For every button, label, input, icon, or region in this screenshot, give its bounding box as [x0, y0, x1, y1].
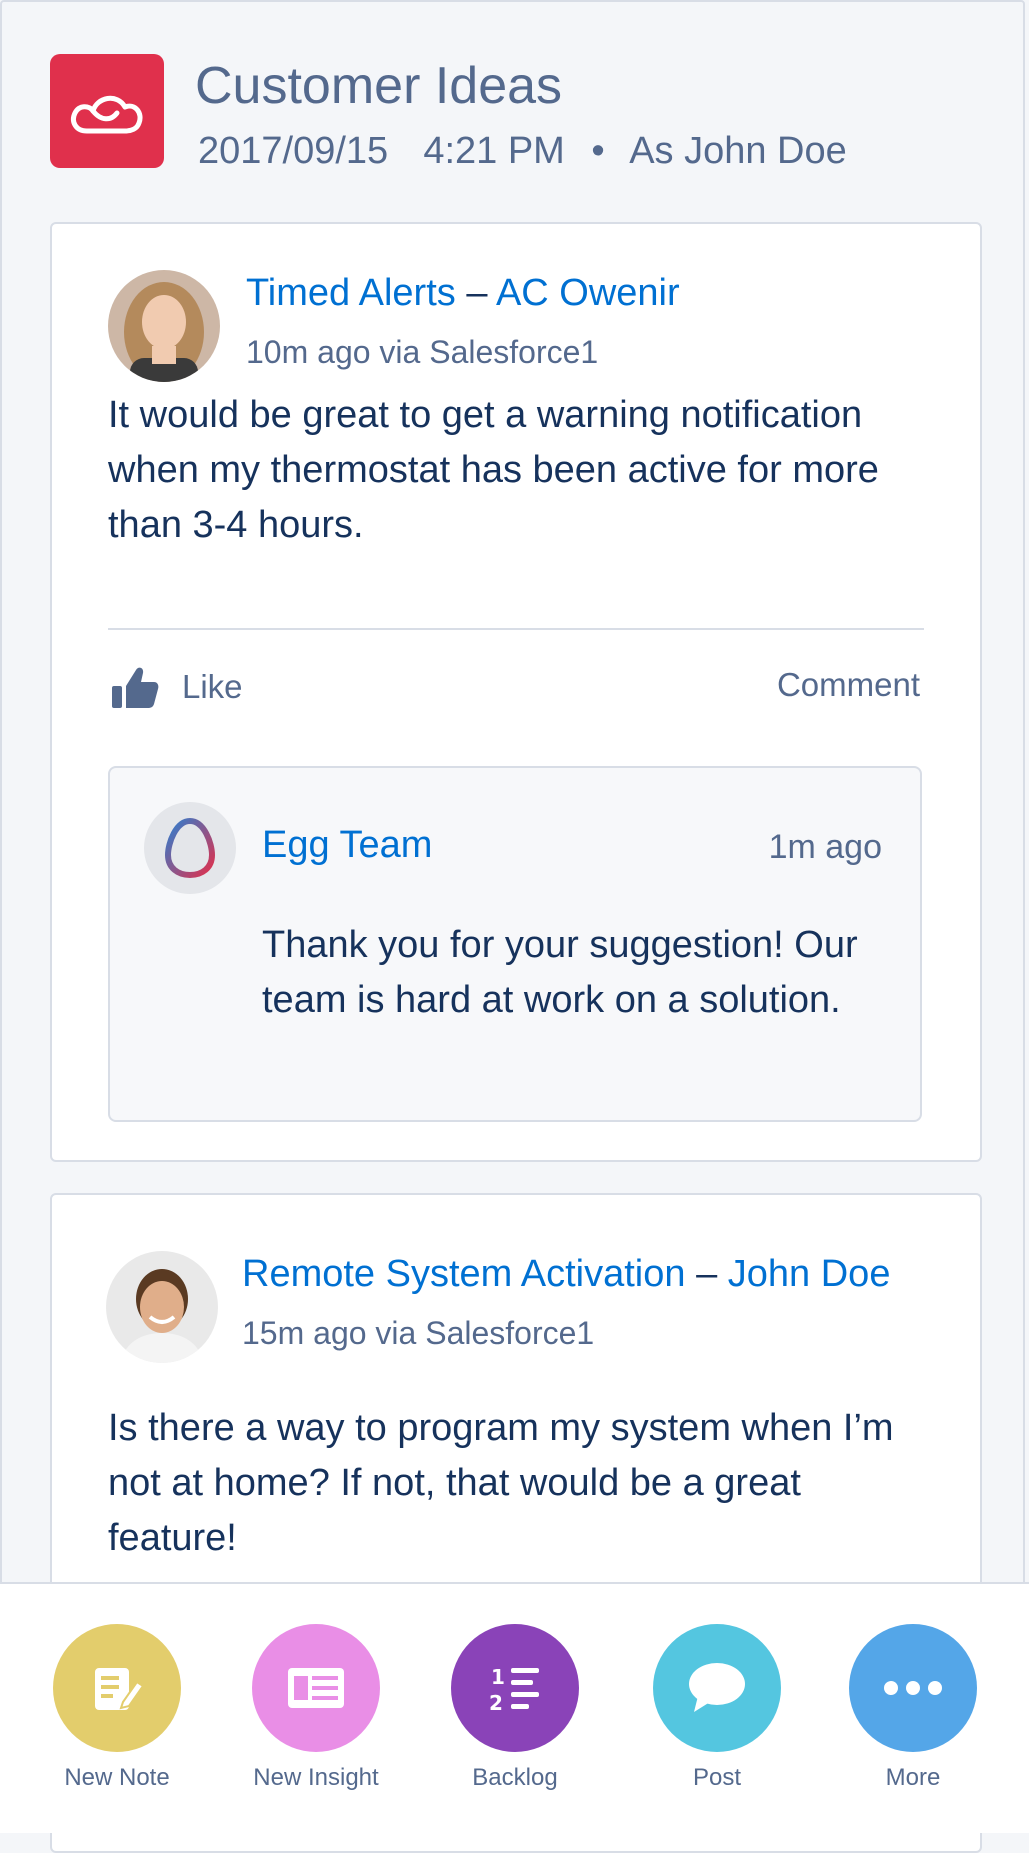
title-separator: –: [466, 272, 488, 314]
new-note-button[interactable]: New Note: [42, 1624, 192, 1792]
header-time: 4:21 PM: [423, 130, 565, 172]
header-meta: 2017/09/15 4:21 PM • As John Doe: [198, 130, 847, 173]
divider: [108, 628, 924, 630]
post-meta: 15m ago via Salesforce1: [242, 1315, 595, 1351]
backlog-button[interactable]: 1 2 Backlog: [440, 1624, 590, 1792]
author-link[interactable]: AC Owenir: [496, 272, 680, 314]
post-title: Timed Alerts – AC Owenir: [246, 272, 680, 315]
avatar[interactable]: [108, 270, 220, 382]
chat-bubble-icon: [653, 1624, 781, 1752]
header-date: 2017/09/15: [198, 130, 389, 172]
comment: Egg Team 1m ago Thank you for your sugge…: [108, 766, 922, 1122]
more-dots-icon: [849, 1624, 977, 1752]
egg-logo-icon[interactable]: [144, 802, 236, 894]
like-label: Like: [182, 668, 243, 705]
comment-button[interactable]: Comment: [777, 666, 920, 704]
author-link[interactable]: John Doe: [728, 1253, 891, 1295]
topic-link[interactable]: Remote System Activation: [242, 1253, 686, 1295]
more-label: More: [885, 1764, 941, 1791]
post-label: Post: [692, 1764, 742, 1791]
backlog-label: Backlog: [472, 1764, 558, 1791]
feed-item: Timed Alerts – AC Owenir 10m ago via Sal…: [50, 222, 982, 1162]
svg-text:2: 2: [489, 1691, 503, 1715]
post-title: Remote System Activation – John Doe: [242, 1253, 890, 1296]
new-insight-label: New Insight: [253, 1764, 379, 1791]
post-button[interactable]: Post: [642, 1624, 792, 1792]
comment-body: Thank you for your suggestion! Our team …: [262, 924, 858, 1021]
topic-link[interactable]: Timed Alerts: [246, 272, 456, 314]
post-body: It would be great to get a warning notif…: [108, 394, 879, 546]
thumbs-up-icon: [112, 667, 159, 708]
like-button[interactable]: Like: [110, 664, 243, 710]
action-bar: New Note New Insight 1 2 Backlog Post Mo…: [0, 1582, 1029, 1833]
post-meta: 10m ago via Salesforce1: [246, 334, 599, 370]
insight-icon: [252, 1624, 380, 1752]
header-as-user: As John Doe: [629, 130, 847, 172]
page-header: Customer Ideas 2017/09/15 4:21 PM • As J…: [50, 54, 1009, 172]
post-body: Is there a way to program my system when…: [108, 1407, 894, 1559]
note-icon: [53, 1624, 181, 1752]
avatar[interactable]: [106, 1251, 218, 1363]
comment-time: 1m ago: [768, 828, 882, 866]
cloud-icon: [50, 54, 164, 168]
new-note-label: New Note: [64, 1764, 170, 1791]
page-title: Customer Ideas: [195, 57, 563, 115]
new-insight-button[interactable]: New Insight: [241, 1624, 391, 1792]
meta-separator: •: [591, 130, 605, 172]
title-separator: –: [696, 1253, 718, 1295]
comment-author-link[interactable]: Egg Team: [262, 824, 432, 867]
svg-text:1: 1: [491, 1665, 505, 1689]
more-button[interactable]: More: [838, 1624, 988, 1792]
ordered-list-icon: 1 2: [451, 1624, 579, 1752]
